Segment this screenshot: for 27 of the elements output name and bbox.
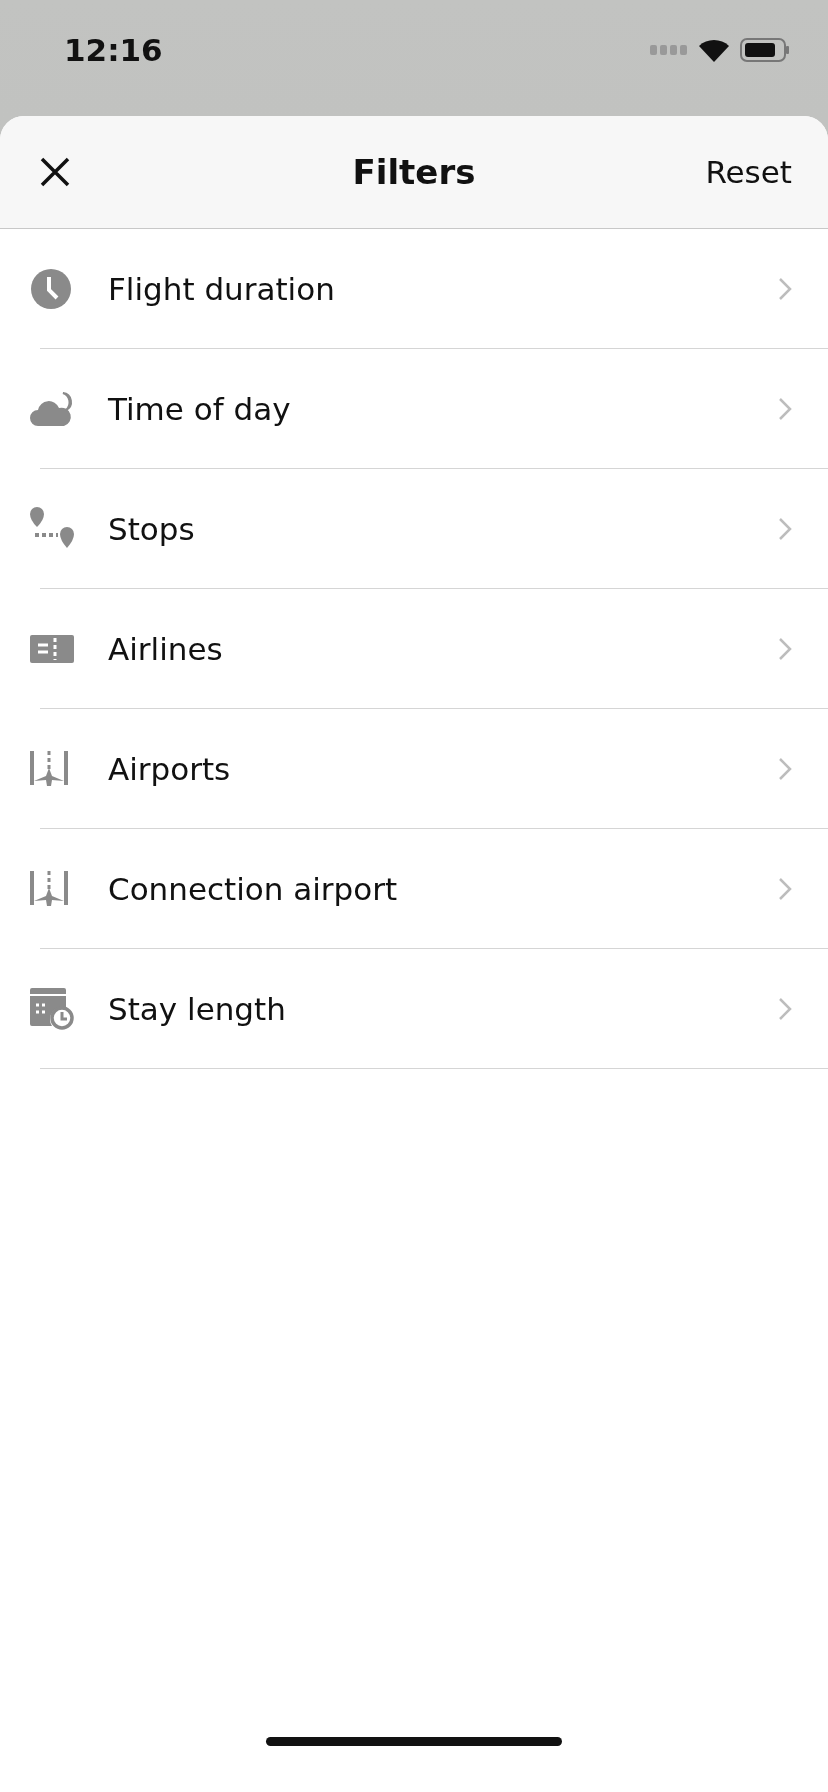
cloud-moon-icon: [30, 391, 74, 427]
close-icon: [40, 157, 70, 187]
chevron-icon: [778, 757, 792, 781]
filter-label: Connection airport: [108, 871, 399, 907]
chevron-icon: [778, 877, 792, 901]
filter-label: Flight duration: [108, 271, 336, 307]
filter-label: Stops: [108, 511, 196, 547]
chevron-icon: [778, 637, 792, 661]
chevron-icon: [778, 277, 792, 301]
chevron-icon: [778, 517, 792, 541]
chevron-icon: [778, 397, 792, 421]
runway-plane-icon: [30, 751, 68, 787]
reset-button[interactable]: Reset: [705, 154, 792, 190]
calendar-clock-icon: [30, 988, 74, 1030]
wifi-icon: [698, 38, 730, 62]
signal-icon: [650, 45, 688, 55]
sheet-title: Filters: [352, 152, 476, 192]
filter-label: Airlines: [108, 631, 224, 667]
chevron-icon: [778, 997, 792, 1021]
filter-label: Time of day: [108, 391, 292, 427]
clock-icon: [30, 268, 72, 310]
runway-plane-icon: [30, 871, 68, 907]
battery-icon: [740, 38, 790, 62]
ticket-icon: [30, 635, 74, 663]
filter-label: Airports: [108, 751, 232, 787]
filter-label: Stay length: [108, 991, 287, 1027]
status-time: 12:16: [64, 31, 163, 70]
